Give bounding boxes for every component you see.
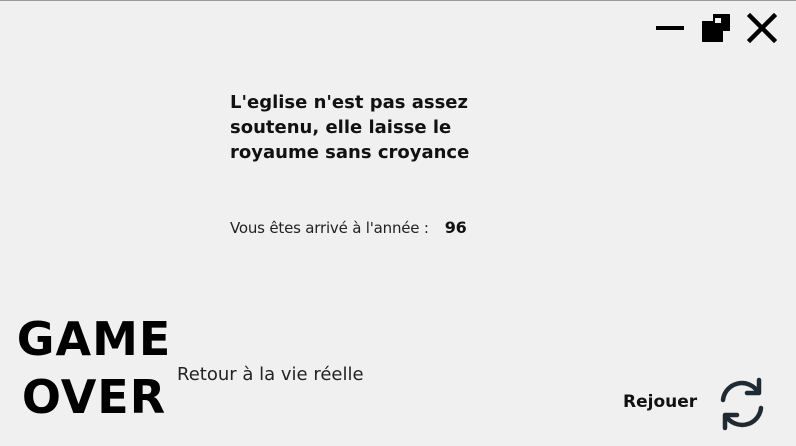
- window-controls: [654, 12, 778, 44]
- game-over-line2: OVER: [21, 370, 167, 424]
- restore-button[interactable]: [700, 12, 732, 44]
- minimize-icon: [656, 26, 684, 30]
- year-value: 96: [444, 218, 467, 237]
- game-over-reason: L'eglise n'est pas assez soutenu, elle l…: [230, 92, 470, 163]
- year-label: Vous êtes arrivé à l'année :: [230, 219, 429, 237]
- year-reached: Vous êtes arrivé à l'année : 96: [230, 218, 467, 237]
- minimize-button[interactable]: [654, 12, 686, 44]
- top-border: [0, 0, 796, 1]
- return-to-real-life-button[interactable]: Retour à la vie réelle: [177, 364, 364, 385]
- refresh-icon[interactable]: [714, 376, 770, 432]
- restore-icon: [702, 14, 730, 42]
- replay-button[interactable]: Rejouer: [623, 392, 697, 412]
- close-icon: [747, 13, 777, 43]
- game-over-title: GAME OVER: [14, 310, 174, 426]
- game-over-line1: GAME: [16, 312, 172, 366]
- close-button[interactable]: [746, 12, 778, 44]
